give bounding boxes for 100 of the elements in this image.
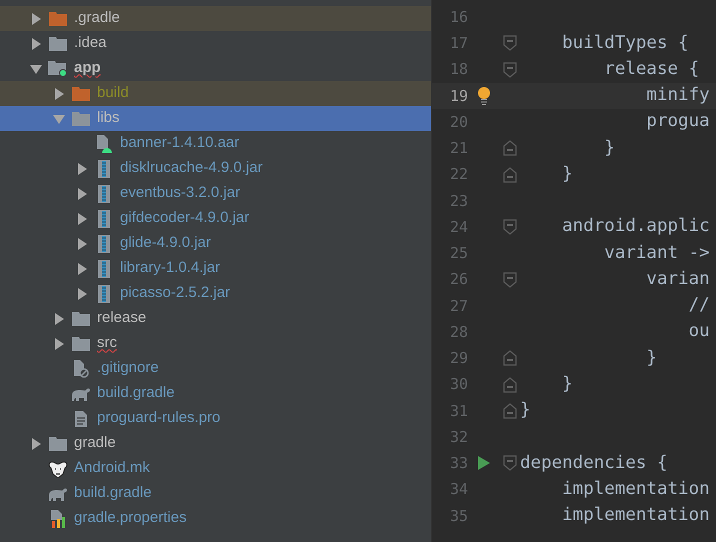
line-number: 16 bbox=[448, 6, 468, 28]
item-label[interactable]: libs bbox=[97, 107, 120, 130]
line-number: 22 bbox=[448, 164, 468, 186]
code-line: implementation bbox=[561, 507, 710, 525]
code-line: // bbox=[688, 297, 710, 315]
folder-icon bbox=[49, 12, 67, 26]
item-label[interactable]: Android.mk bbox=[74, 457, 150, 480]
line-number: 35 bbox=[448, 506, 468, 527]
item-label[interactable]: glide-4.9.0.jar bbox=[120, 232, 211, 255]
line-number: 25 bbox=[448, 243, 468, 264]
code-line: dependencies { bbox=[520, 454, 668, 472]
line-number: 24 bbox=[448, 216, 468, 238]
line-number: 19 bbox=[448, 86, 468, 107]
line-number: 18 bbox=[448, 59, 468, 80]
code-line: ou bbox=[688, 323, 710, 341]
archive-file-icon bbox=[98, 184, 110, 202]
item-label[interactable]: gradle.properties bbox=[74, 507, 187, 530]
expand-arrow-icon[interactable] bbox=[30, 12, 42, 24]
item-label[interactable]: build bbox=[97, 82, 129, 105]
fold-marker-icon[interactable] bbox=[503, 402, 517, 419]
line-number: 34 bbox=[448, 479, 468, 500]
fold-marker-icon[interactable] bbox=[503, 219, 517, 236]
code-line: variant -> bbox=[603, 244, 710, 262]
selected-row-highlight[interactable]: libs bbox=[0, 106, 431, 131]
line-number: 23 bbox=[448, 190, 468, 212]
expand-arrow-icon[interactable] bbox=[76, 238, 88, 250]
item-label[interactable]: eventbus-3.2.0.jar bbox=[120, 182, 240, 205]
code-line: } bbox=[520, 402, 531, 420]
archive-file-icon bbox=[98, 234, 110, 252]
item-label[interactable]: src bbox=[97, 332, 117, 355]
item-label[interactable]: .gradle bbox=[74, 7, 120, 30]
fold-marker-icon[interactable] bbox=[503, 376, 517, 393]
line-number: 20 bbox=[448, 112, 468, 133]
item-label[interactable]: app bbox=[74, 57, 101, 80]
expand-arrow-icon[interactable] bbox=[76, 288, 88, 300]
folder-icon bbox=[72, 86, 90, 100]
archive-file-icon bbox=[98, 210, 110, 228]
item-label[interactable]: library-1.0.4.jar bbox=[120, 257, 220, 280]
run-icon[interactable] bbox=[478, 456, 490, 470]
expand-arrow-icon[interactable] bbox=[53, 312, 65, 324]
collapse-arrow-icon[interactable] bbox=[30, 62, 42, 74]
item-label[interactable]: banner-1.4.10.aar bbox=[120, 132, 240, 155]
expand-arrow-icon[interactable] bbox=[76, 162, 88, 174]
code-line: release { bbox=[603, 60, 700, 78]
expand-arrow-icon[interactable] bbox=[53, 88, 65, 100]
fold-marker-icon[interactable] bbox=[503, 62, 517, 78]
line-number: 33 bbox=[448, 453, 468, 474]
elephant-icon bbox=[71, 386, 91, 400]
android-file-icon bbox=[96, 134, 112, 152]
expand-arrow-icon[interactable] bbox=[30, 38, 42, 50]
module-folder-icon bbox=[48, 60, 68, 76]
item-label[interactable]: proguard-rules.pro bbox=[97, 407, 220, 430]
code-line: } bbox=[603, 140, 615, 158]
expand-arrow-icon[interactable] bbox=[76, 212, 88, 224]
item-label[interactable]: build.gradle bbox=[74, 482, 152, 505]
line-number: 29 bbox=[448, 348, 468, 370]
code-line: progua bbox=[645, 113, 710, 131]
fold-marker-icon[interactable] bbox=[503, 455, 517, 472]
code-line: buildTypes { bbox=[561, 34, 689, 52]
line-number: 17 bbox=[448, 33, 468, 54]
line-number: 26 bbox=[448, 269, 468, 290]
excluded-row-highlight[interactable]: .gradle bbox=[0, 6, 431, 31]
expand-arrow-icon[interactable] bbox=[30, 438, 42, 450]
line-number: 30 bbox=[448, 374, 468, 396]
item-label[interactable]: picasso-2.5.2.jar bbox=[120, 282, 230, 305]
item-label[interactable]: gifdecoder-4.9.0.jar bbox=[120, 207, 250, 230]
item-label[interactable]: disklrucache-4.9.0.jar bbox=[120, 157, 263, 180]
archive-file-icon bbox=[98, 284, 110, 302]
expand-arrow-icon[interactable] bbox=[76, 262, 88, 274]
fold-marker-icon[interactable] bbox=[503, 350, 517, 366]
fold-marker-icon[interactable] bbox=[503, 35, 517, 52]
code-line: } bbox=[645, 350, 657, 368]
item-label[interactable]: gradle bbox=[74, 432, 116, 455]
item-label[interactable]: .idea bbox=[74, 32, 107, 55]
item-label[interactable]: release bbox=[97, 307, 146, 330]
line-number: 28 bbox=[448, 322, 468, 343]
folder-icon bbox=[72, 112, 90, 126]
fold-marker-icon[interactable] bbox=[503, 272, 517, 288]
folder-icon bbox=[72, 312, 90, 326]
code-line: } bbox=[561, 376, 573, 394]
fold-marker-icon[interactable] bbox=[503, 166, 517, 183]
lightbulb-icon[interactable] bbox=[477, 86, 491, 105]
archive-file-icon bbox=[98, 160, 110, 178]
line-number: 27 bbox=[448, 296, 468, 317]
code-line: } bbox=[561, 166, 573, 184]
item-label[interactable]: build.gradle bbox=[97, 382, 175, 405]
folder-icon bbox=[49, 36, 67, 50]
expand-arrow-icon[interactable] bbox=[53, 338, 65, 350]
expand-arrow-icon[interactable] bbox=[76, 188, 88, 200]
properties-file-icon bbox=[50, 510, 66, 528]
ignored-file-icon bbox=[73, 360, 89, 378]
line-number: 32 bbox=[448, 426, 468, 448]
code-line: varian bbox=[645, 270, 710, 288]
line-number: 21 bbox=[448, 138, 468, 160]
fold-marker-icon[interactable] bbox=[503, 140, 517, 156]
excluded-row-highlight[interactable]: build bbox=[0, 81, 431, 106]
line-number: 31 bbox=[448, 400, 468, 422]
item-label[interactable]: .gitignore bbox=[97, 357, 159, 380]
text-file-icon bbox=[75, 410, 87, 426]
code-line: implementation bbox=[561, 480, 710, 498]
